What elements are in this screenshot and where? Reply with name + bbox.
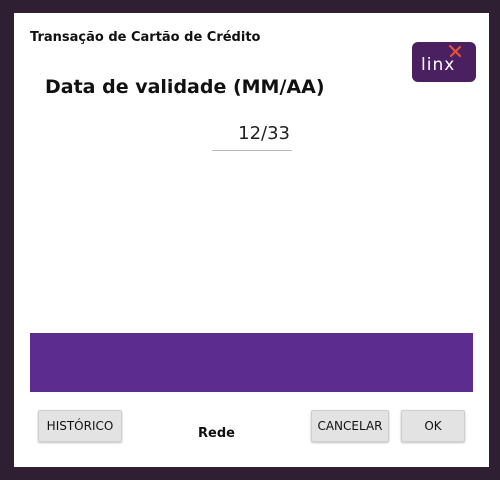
history-button[interactable]: HISTÓRICO [38,410,122,442]
network-label: Rede [198,426,235,441]
expiry-date-label: Data de validade (MM/AA) [45,76,325,98]
dialog: Transação de Cartão de Crédito linx Data… [14,13,489,467]
ok-button[interactable]: OK [401,410,465,442]
cancel-button[interactable]: CANCELAR [311,410,389,442]
linx-logo: linx [412,42,476,82]
status-bar [30,333,473,392]
logo-star-icon [448,44,462,58]
expiry-date-input[interactable] [212,117,292,151]
logo-text: linx [421,55,456,75]
dialog-title: Transação de Cartão de Crédito [30,30,261,45]
